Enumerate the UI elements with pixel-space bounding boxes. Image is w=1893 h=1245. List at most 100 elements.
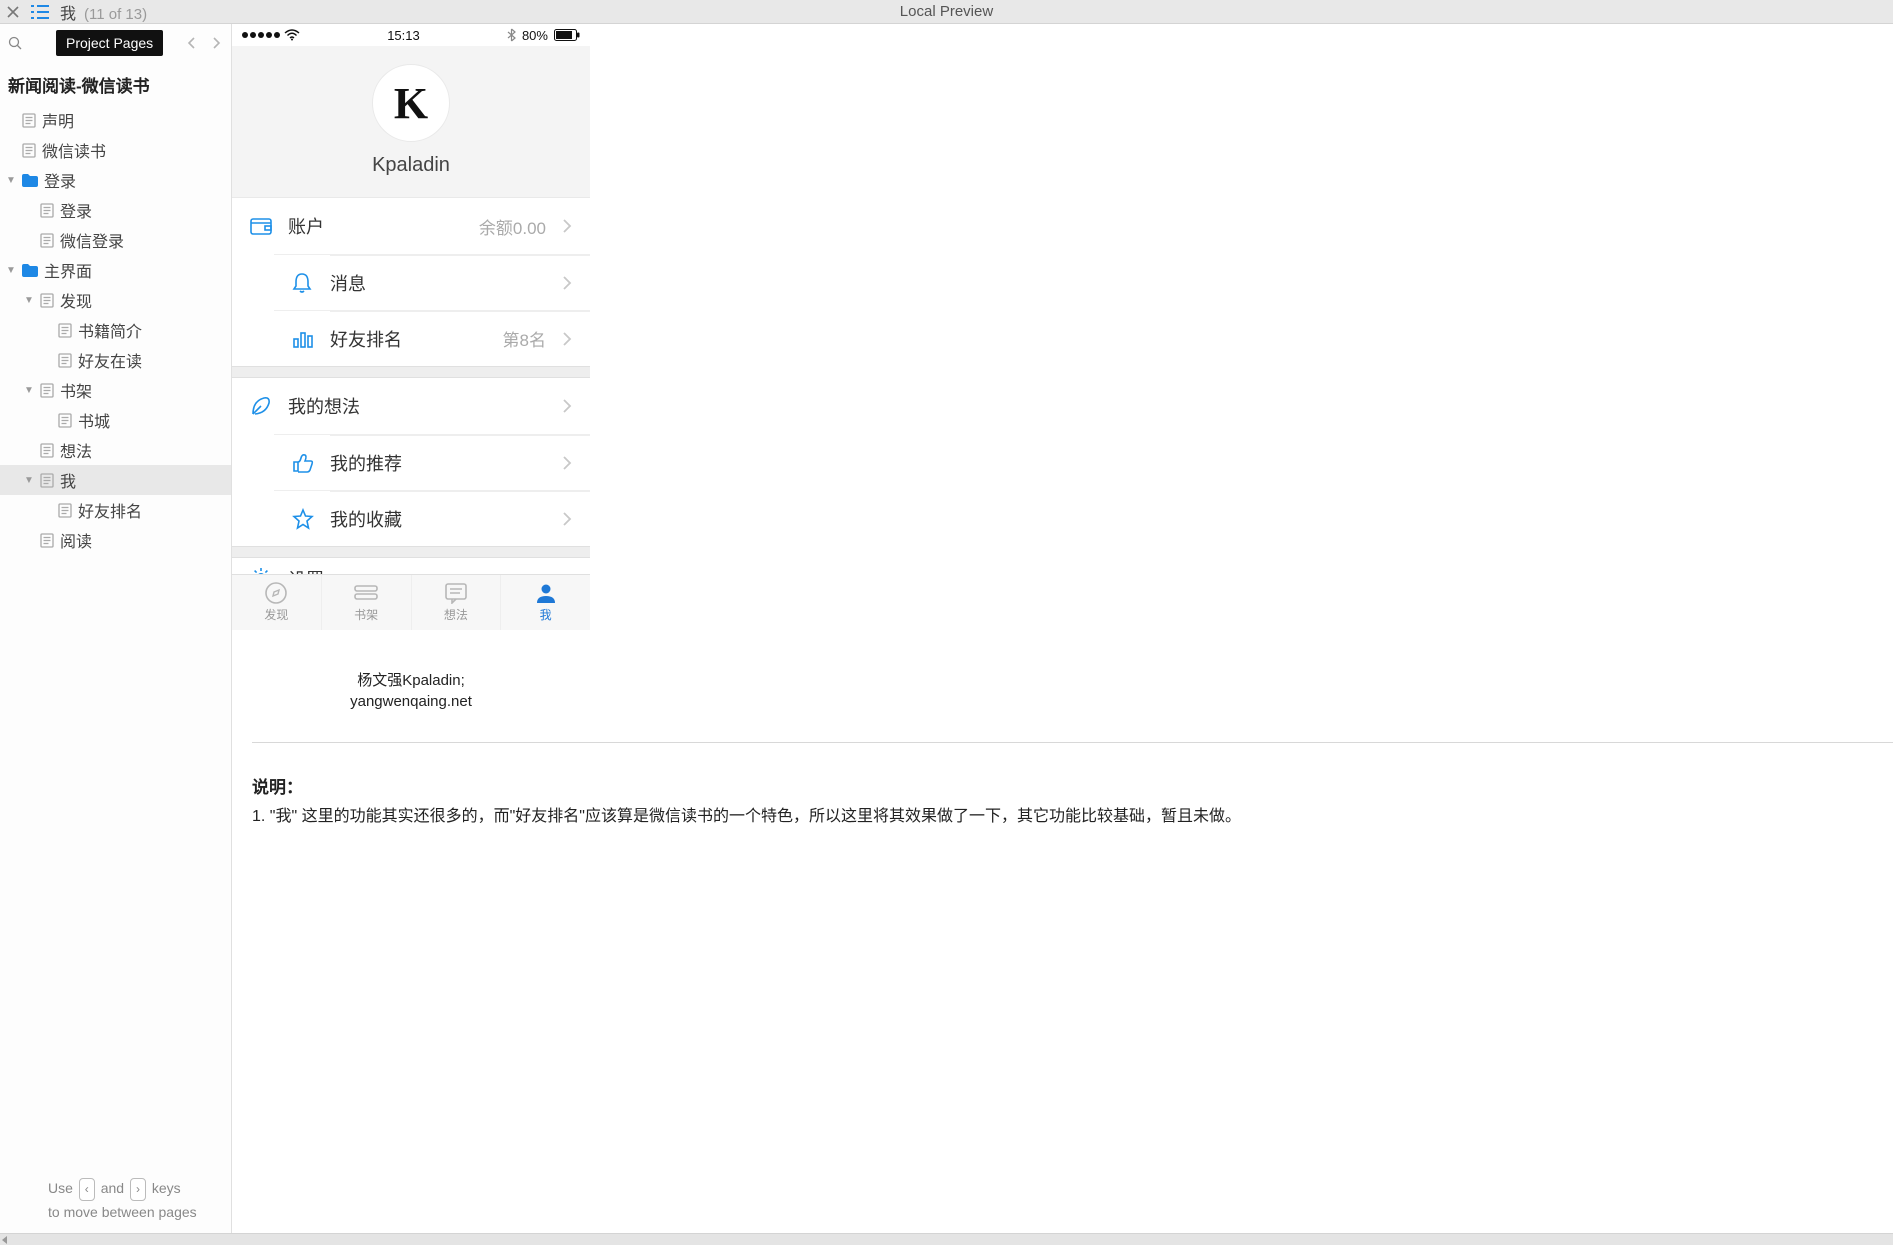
menu-row-label: 我的收藏 [330, 506, 530, 532]
tree-item-label: 声明 [42, 108, 225, 132]
twisty-icon[interactable]: ▼ [6, 175, 16, 186]
description-title: 说明： [252, 773, 1241, 798]
menu-row[interactable]: 我的推荐 [274, 434, 590, 490]
tree-item[interactable]: 好友排名 [0, 495, 231, 525]
battery-percent: 80% [522, 28, 548, 43]
tree-item[interactable]: ▼ 登录 [0, 165, 231, 195]
page-icon [40, 473, 54, 488]
twisty-icon[interactable]: ▼ [24, 475, 34, 486]
tree-item-label: 书架 [60, 378, 225, 402]
tab-compass[interactable]: 发现 [232, 575, 322, 630]
preview-pane: 15:13 80% K Kpaladin 账户余额0. [232, 24, 1893, 1233]
chevron-right-icon [562, 511, 572, 527]
tree-item[interactable]: 阅读 [0, 525, 231, 555]
sidebar-footer-hint: Use ‹ and › keys to move between pages [0, 1169, 231, 1233]
tab-person[interactable]: 我 [501, 575, 590, 630]
page-icon [58, 323, 72, 338]
tree-item[interactable]: ▼我 [0, 465, 231, 495]
nav-prev-icon[interactable] [183, 34, 201, 52]
tree-item[interactable]: 微信登录 [0, 225, 231, 255]
menu-row-settings-peek[interactable]: 设置 [232, 558, 590, 574]
feather-icon [250, 395, 272, 417]
page-icon [58, 413, 72, 428]
menu-row[interactable]: 账户余额0.00 [232, 198, 590, 254]
page-icon [40, 233, 54, 248]
tree-item[interactable]: ▼ 书架 [0, 375, 231, 405]
tree-item[interactable]: ▼ 发现 [0, 285, 231, 315]
page-icon [40, 443, 54, 458]
tree-item[interactable]: 书城 [0, 405, 231, 435]
folder-icon [22, 264, 38, 277]
close-icon[interactable] [6, 5, 20, 19]
page-icon [58, 353, 72, 368]
credits-block: 杨文强Kpaladin; yangwenqaing.net [232, 630, 590, 742]
avatar[interactable]: K [372, 64, 450, 142]
menu-row-label: 我的想法 [288, 393, 530, 419]
tab-bar: 发现 书架想法 我 [232, 574, 590, 630]
mode-label: Local Preview [900, 3, 993, 20]
chevron-right-icon [562, 275, 572, 291]
tree-item-label: 主界面 [44, 258, 225, 282]
tree-item-label: 发现 [60, 288, 225, 312]
chart-icon [292, 329, 314, 349]
tree-item-label: 书籍简介 [78, 318, 225, 342]
settings-label: 设置 [288, 566, 324, 574]
project-title: 新闻阅读-微信读书 [0, 62, 231, 105]
tree-item[interactable]: 微信读书 [0, 135, 231, 165]
pages-list-icon[interactable] [30, 4, 50, 20]
menu-row[interactable]: 消息 [274, 254, 590, 310]
tree-item-label: 书城 [78, 408, 225, 432]
status-bar: 15:13 80% [232, 24, 590, 46]
page-count: (11 of 13) [84, 6, 147, 23]
tab-chat[interactable]: 想法 [412, 575, 502, 630]
status-time: 15:13 [387, 28, 420, 43]
twisty-icon[interactable]: ▼ [6, 265, 16, 276]
page-icon [22, 143, 36, 158]
tree-item[interactable]: ▼ 主界面 [0, 255, 231, 285]
folder-icon [22, 174, 38, 187]
kbd-prev: ‹ [79, 1178, 95, 1200]
kbd-next: › [130, 1178, 146, 1200]
username: Kpaladin [232, 154, 590, 177]
page-icon [22, 113, 36, 128]
tooltip-project-pages: Project Pages [56, 30, 163, 56]
tab-books[interactable]: 书架 [322, 575, 412, 630]
menu-row-label: 消息 [330, 270, 530, 296]
page-icon [40, 293, 54, 308]
chevron-right-icon [562, 331, 572, 347]
menu-row[interactable]: 我的想法 [232, 378, 590, 434]
tree-item[interactable]: 声明 [0, 105, 231, 135]
tab-label: 想法 [444, 606, 468, 623]
tree-item[interactable]: 书籍简介 [0, 315, 231, 345]
page-tree: 声明微信读书▼登录登录微信登录▼主界面▼发现书籍简介好友在读▼书架书城想法▼我好… [0, 105, 231, 1169]
profile-header: K Kpaladin [232, 46, 590, 198]
signal-icon [242, 32, 280, 38]
chevron-right-icon [562, 218, 572, 234]
chevron-right-icon [562, 398, 572, 414]
menu-row-value: 第8名 [503, 326, 546, 351]
description-body: 1. "我" 这里的功能其实还很多的，而"好友排名"应该算是微信读书的一个特色，… [252, 804, 1241, 830]
person-icon [535, 582, 557, 604]
menu-group-2: 我的想法我的推荐我的收藏 [232, 378, 590, 546]
tab-label: 发现 [264, 606, 288, 623]
compass-icon [264, 582, 288, 604]
menu-row[interactable]: 好友排名第8名 [274, 310, 590, 366]
tree-item[interactable]: 好友在读 [0, 345, 231, 375]
nav-next-icon[interactable] [207, 34, 225, 52]
tree-item-label: 登录 [44, 168, 225, 192]
twisty-icon[interactable]: ▼ [24, 385, 34, 396]
menu-row[interactable]: 我的收藏 [274, 490, 590, 546]
twisty-icon[interactable]: ▼ [24, 295, 34, 306]
tree-item-label: 想法 [60, 438, 225, 462]
tree-item-label: 阅读 [60, 528, 225, 552]
search-icon[interactable] [8, 36, 22, 50]
thumb-icon [292, 452, 314, 474]
horizontal-scrollbar[interactable] [0, 1233, 1893, 1245]
tree-item-label: 微信登录 [60, 228, 225, 252]
top-toolbar: 我 (11 of 13) Local Preview [0, 0, 1893, 24]
tree-item[interactable]: 想法 [0, 435, 231, 465]
tree-item[interactable]: 登录 [0, 195, 231, 225]
star-icon [292, 508, 314, 530]
tree-item-label: 我 [60, 468, 225, 492]
sidebar: Project Pages 新闻阅读-微信读书 声明微信读书▼登录登录微信登录▼… [0, 24, 232, 1233]
